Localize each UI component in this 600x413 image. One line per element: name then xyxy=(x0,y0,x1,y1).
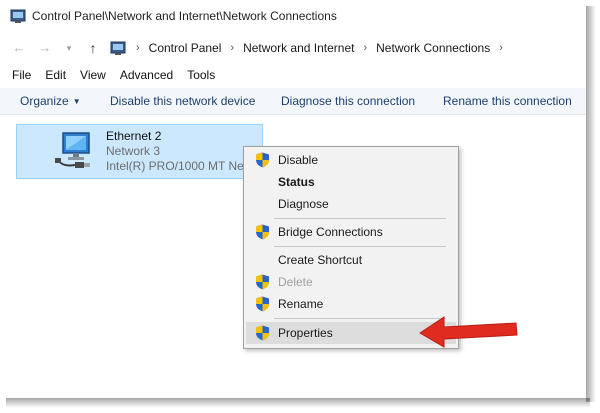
window-shadow xyxy=(6,398,590,408)
breadcrumb: › Control Panel › Network and Internet ›… xyxy=(128,41,511,55)
context-menu-item-diagnose[interactable]: Diagnose xyxy=(246,193,456,215)
connection-name: Ethernet 2 xyxy=(106,129,162,143)
context-menu-item-rename[interactable]: Rename xyxy=(246,293,456,315)
uac-shield-icon xyxy=(256,224,269,240)
control-panel-icon xyxy=(110,41,126,55)
menu-view[interactable]: View xyxy=(80,68,106,86)
network-adapter-icon xyxy=(55,132,90,168)
recent-locations-chevron-icon[interactable]: ▾ xyxy=(60,39,78,57)
menu-bar: File Edit View Advanced Tools xyxy=(0,68,217,86)
menu-tools[interactable]: Tools xyxy=(187,68,215,86)
organize-button[interactable]: Organize ▼ xyxy=(20,94,81,108)
uac-shield-icon xyxy=(256,274,269,290)
red-arrow-icon xyxy=(419,316,518,348)
breadcrumb-separator-icon[interactable]: › xyxy=(230,42,234,54)
context-menu-item-bridge-connections[interactable]: Bridge Connections xyxy=(246,221,456,243)
organize-label: Organize xyxy=(20,94,69,108)
menu-divider xyxy=(274,218,446,219)
breadcrumb-separator-icon[interactable]: › xyxy=(499,42,503,54)
forward-arrow-icon[interactable]: → xyxy=(36,39,54,57)
breadcrumb-network-and-internet[interactable]: Network and Internet xyxy=(242,41,355,55)
context-menu-label: Disable xyxy=(278,153,319,167)
uac-shield-icon xyxy=(256,325,269,341)
context-menu-label: Rename xyxy=(278,297,324,311)
window-title: Control Panel\Network and Internet\Netwo… xyxy=(32,9,337,23)
context-menu-item-disable[interactable]: Disable xyxy=(246,149,456,171)
explorer-window: Control Panel\Network and Internet\Netwo… xyxy=(0,0,586,398)
connection-network: Network 3 xyxy=(106,144,161,158)
context-menu-label: Diagnose xyxy=(278,197,329,211)
command-bar: Organize ▼ Disable this network device Di… xyxy=(0,88,586,115)
context-menu-item-delete: Delete xyxy=(246,271,456,293)
title-bar: Control Panel\Network and Internet\Netwo… xyxy=(0,0,586,32)
window-shadow xyxy=(586,6,596,402)
breadcrumb-control-panel[interactable]: Control Panel xyxy=(148,41,223,55)
connection-adapter: Intel(R) PRO/1000 MT Net... xyxy=(106,159,258,173)
diagnose-connection-button[interactable]: Diagnose this connection xyxy=(281,94,415,108)
breadcrumb-separator-icon[interactable]: › xyxy=(363,42,367,54)
menu-advanced[interactable]: Advanced xyxy=(120,68,173,86)
torn-edge-decoration xyxy=(0,386,586,398)
breadcrumb-separator-icon[interactable]: › xyxy=(136,42,140,54)
chevron-down-icon: ▼ xyxy=(72,97,81,106)
context-menu-label: Status xyxy=(278,175,315,189)
context-menu-label: Properties xyxy=(278,326,333,340)
context-menu-item-status[interactable]: Status xyxy=(246,171,456,193)
uac-shield-icon xyxy=(256,152,269,168)
uac-shield-icon xyxy=(256,296,269,312)
control-panel-icon xyxy=(10,9,26,23)
context-menu-item-create-shortcut[interactable]: Create Shortcut xyxy=(246,249,456,271)
breadcrumb-network-connections[interactable]: Network Connections xyxy=(375,41,491,55)
context-menu-label: Delete xyxy=(278,275,313,289)
context-menu-label: Bridge Connections xyxy=(278,225,383,239)
menu-file[interactable]: File xyxy=(12,68,31,86)
disable-device-button[interactable]: Disable this network device xyxy=(110,94,255,108)
address-row: ← → ▾ ↑ › Control Panel › Network and In… xyxy=(0,34,586,62)
back-arrow-icon[interactable]: ← xyxy=(10,39,28,57)
context-menu-label: Create Shortcut xyxy=(278,253,363,267)
menu-edit[interactable]: Edit xyxy=(45,68,66,86)
connection-item-ethernet-2[interactable]: Ethernet 2 Network 3 Intel(R) PRO/1000 M… xyxy=(16,124,263,179)
menu-divider xyxy=(274,246,446,247)
up-arrow-icon[interactable]: ↑ xyxy=(84,39,102,57)
rename-connection-button[interactable]: Rename this connection xyxy=(443,94,572,108)
